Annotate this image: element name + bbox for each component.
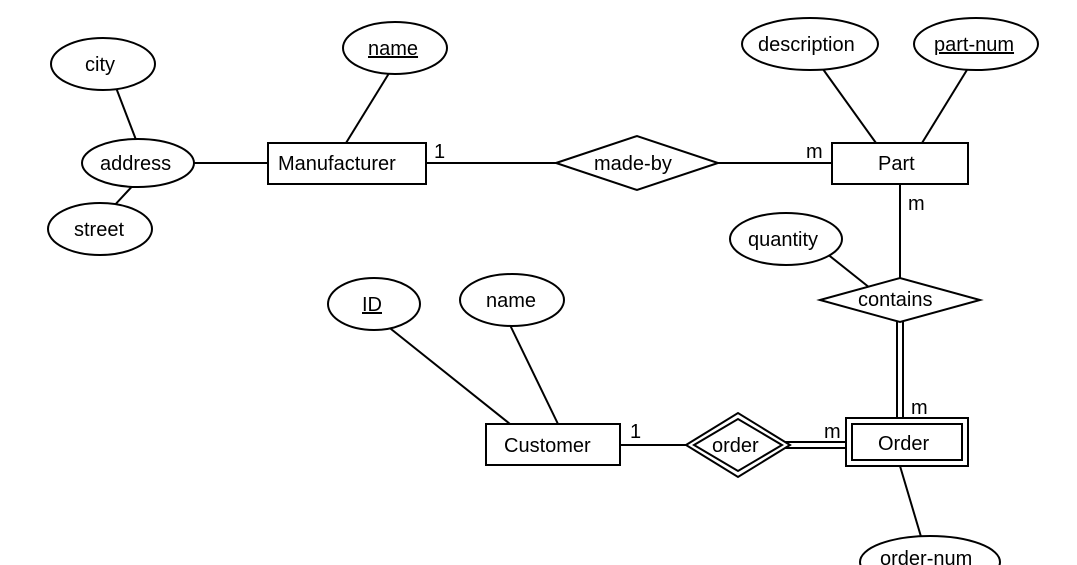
relationship-contains: contains	[820, 278, 980, 322]
attribute-street-label: street	[74, 219, 124, 241]
relationship-order: order	[686, 413, 790, 477]
card-order-entity: m	[824, 421, 841, 443]
entity-part-label: Part	[878, 153, 915, 175]
er-diagram: 1 m m m 1 m Manufacturer Part Customer O…	[0, 0, 1077, 565]
attribute-customer-name-label: name	[486, 290, 536, 312]
attribute-address: address	[82, 139, 194, 187]
attribute-order-num-label: order-num	[880, 548, 972, 565]
attribute-order-num: order-num	[860, 536, 1000, 565]
relationship-contains-label: contains	[858, 289, 933, 311]
attribute-manufacturer-name-label: name	[368, 38, 418, 60]
attribute-customer-name: name	[460, 274, 564, 326]
attribute-customer-id: ID	[328, 278, 420, 330]
attribute-quantity-label: quantity	[748, 229, 818, 251]
attribute-street: street	[48, 203, 152, 255]
card-customer-order: 1	[630, 421, 641, 443]
relationship-made-by: made-by	[556, 136, 718, 190]
entity-manufacturer-label: Manufacturer	[278, 153, 396, 175]
card-part-contains: m	[908, 193, 925, 215]
entity-customer-label: Customer	[504, 435, 591, 457]
card-contains-order: m	[911, 397, 928, 419]
attribute-quantity: quantity	[730, 213, 842, 265]
entity-manufacturer: Manufacturer	[268, 143, 426, 184]
attribute-description: description	[742, 18, 878, 70]
attribute-description-label: description	[758, 34, 855, 56]
attribute-address-label: address	[100, 153, 171, 175]
attribute-customer-id-label: ID	[362, 294, 382, 316]
attribute-city-label: city	[85, 54, 115, 76]
entity-part: Part	[832, 143, 968, 184]
attribute-city: city	[51, 38, 155, 90]
attribute-part-num: part-num	[914, 18, 1038, 70]
relationship-made-by-label: made-by	[594, 153, 672, 175]
entity-order: Order	[846, 418, 968, 466]
card-madeby-part: m	[806, 141, 823, 163]
relationship-order-label: order	[712, 435, 759, 457]
card-mfr-madeby: 1	[434, 141, 445, 163]
attribute-part-num-label: part-num	[934, 34, 1014, 56]
entity-order-label: Order	[878, 433, 929, 455]
attribute-manufacturer-name: name	[343, 22, 447, 74]
entity-customer: Customer	[486, 424, 620, 465]
